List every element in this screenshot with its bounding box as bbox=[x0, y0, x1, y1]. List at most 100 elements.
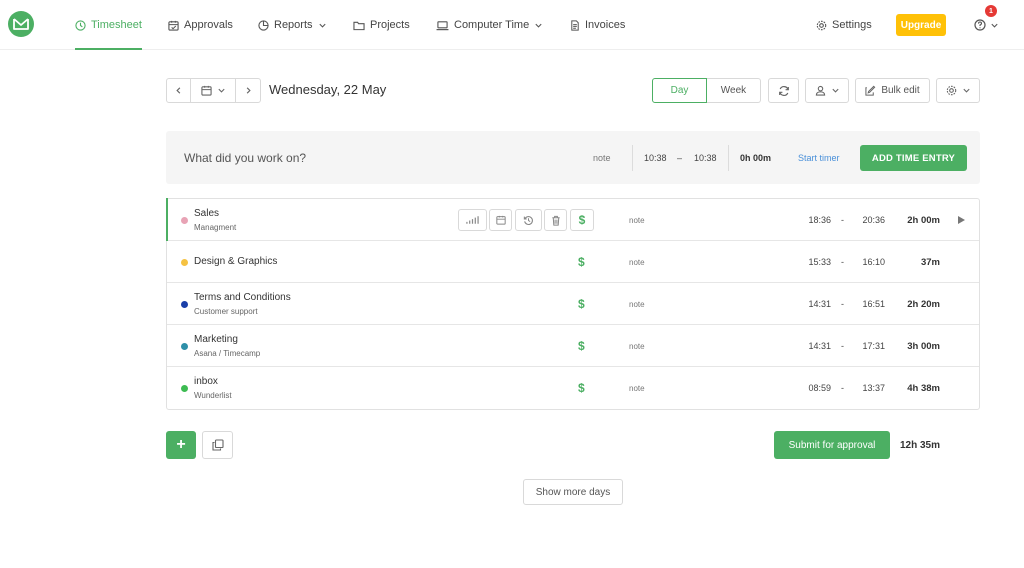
project-color-dot bbox=[181, 343, 188, 350]
view-week-button[interactable]: Week bbox=[707, 78, 761, 103]
entry-end-time[interactable]: 20:36 bbox=[853, 215, 885, 225]
bar-chart-button[interactable] bbox=[458, 209, 487, 231]
entry-time-dash: - bbox=[841, 215, 844, 225]
total-duration: 12h 35m bbox=[899, 440, 940, 451]
table-row[interactable]: Design & Graphics $ note 15:33 - 16:10 3… bbox=[167, 241, 979, 283]
calendar-check-icon bbox=[168, 20, 179, 31]
history-button[interactable] bbox=[515, 209, 542, 231]
bulk-edit-button[interactable]: Bulk edit bbox=[855, 78, 930, 103]
entry-start-time[interactable]: 14:31 bbox=[779, 341, 831, 351]
edit-icon bbox=[865, 85, 876, 96]
chevron-down-icon bbox=[991, 23, 998, 28]
billable-toggle[interactable]: $ bbox=[578, 381, 585, 395]
help-circle-icon bbox=[974, 19, 986, 31]
duplicate-entries-button[interactable] bbox=[202, 431, 233, 459]
billable-toggle[interactable]: $ bbox=[578, 339, 585, 353]
chevron-down-icon bbox=[535, 23, 542, 28]
add-time-entry-button[interactable]: ADD TIME ENTRY bbox=[860, 145, 967, 171]
entry-end-time[interactable]: 16:51 bbox=[853, 299, 885, 309]
nav-computer-time[interactable]: Computer Time bbox=[436, 0, 543, 50]
top-navigation: Timesheet Approvals Reports Projects Com… bbox=[0, 0, 1024, 50]
entry-note[interactable]: note bbox=[629, 300, 645, 309]
entry-duration[interactable]: 4h 38m bbox=[893, 383, 940, 394]
entry-time-dash: - bbox=[841, 383, 844, 393]
entry-duration[interactable]: 3h 00m bbox=[893, 341, 940, 352]
entry-duration[interactable]: 2h 00m bbox=[893, 215, 940, 226]
entry-note[interactable]: note bbox=[629, 384, 645, 393]
upgrade-button[interactable]: Upgrade bbox=[896, 14, 946, 36]
refresh-icon bbox=[778, 85, 789, 96]
table-row[interactable]: Terms and Conditions Customer support $ … bbox=[167, 283, 979, 325]
notification-badge: 1 bbox=[985, 5, 997, 17]
document-icon bbox=[571, 19, 579, 31]
billable-toggle[interactable]: $ bbox=[570, 209, 594, 231]
entry-end-time[interactable]: 17:31 bbox=[853, 341, 885, 351]
nav-invoices[interactable]: Invoices bbox=[570, 0, 625, 50]
view-settings-button[interactable] bbox=[936, 78, 980, 103]
entry-start-time[interactable]: 14:31 bbox=[779, 299, 831, 309]
entry-note[interactable]: note bbox=[629, 258, 645, 267]
clock-icon bbox=[75, 19, 86, 31]
calendar-button[interactable] bbox=[489, 209, 512, 231]
user-select-button[interactable] bbox=[805, 78, 849, 103]
entry-start-time[interactable]: 18:36 bbox=[779, 215, 831, 225]
user-icon bbox=[815, 85, 825, 96]
calendar-icon bbox=[200, 85, 212, 96]
table-row[interactable]: Sales Managment $ note 18:36 - 20:36 2h … bbox=[166, 198, 979, 241]
timecamp-logo-icon[interactable] bbox=[8, 11, 34, 37]
nav-projects-label: Projects bbox=[370, 19, 410, 31]
nav-reports-label: Reports bbox=[274, 19, 313, 31]
entry-end-time[interactable]: 13:37 bbox=[853, 383, 885, 393]
view-day-button[interactable]: Day bbox=[652, 78, 707, 103]
table-row[interactable]: inbox Wunderlist $ note 08:59 - 13:37 4h… bbox=[167, 367, 979, 409]
entry-start-time[interactable]: 08:59 bbox=[779, 383, 831, 393]
project-name: inbox bbox=[194, 376, 218, 387]
entry-duration[interactable]: 37m bbox=[893, 257, 940, 268]
nav-projects[interactable]: Projects bbox=[353, 0, 410, 50]
entry-duration[interactable]: 2h 20m bbox=[893, 299, 940, 310]
previous-day-button[interactable] bbox=[166, 78, 191, 103]
entry-start-time-input[interactable]: 10:38 bbox=[644, 153, 667, 163]
project-name: Terms and Conditions bbox=[194, 292, 291, 303]
nav-reports[interactable]: Reports bbox=[258, 0, 327, 50]
laptop-icon bbox=[436, 20, 449, 30]
project-color-dot bbox=[181, 259, 188, 266]
billable-toggle[interactable]: $ bbox=[578, 255, 585, 269]
divider bbox=[728, 145, 729, 171]
entry-time-dash: – bbox=[677, 153, 683, 163]
entry-end-time-input[interactable]: 10:38 bbox=[694, 153, 717, 163]
entry-end-time[interactable]: 16:10 bbox=[853, 257, 885, 267]
start-timer-link[interactable]: Start timer bbox=[798, 153, 840, 163]
billable-toggle[interactable]: $ bbox=[578, 297, 585, 311]
gear-icon bbox=[946, 85, 956, 96]
folder-icon bbox=[353, 21, 365, 30]
gear-icon bbox=[816, 20, 827, 30]
entry-note[interactable]: note bbox=[629, 342, 645, 351]
nav-timesheet[interactable]: Timesheet bbox=[75, 0, 142, 50]
delete-button[interactable] bbox=[544, 209, 567, 231]
sync-button[interactable] bbox=[768, 78, 799, 103]
signal-bars-icon bbox=[466, 216, 479, 224]
submit-for-approval-button[interactable]: Submit for approval bbox=[774, 431, 890, 459]
chevron-down-icon bbox=[962, 88, 970, 93]
task-name: Managment bbox=[194, 223, 237, 232]
date-picker-button[interactable] bbox=[190, 78, 236, 103]
next-day-button[interactable] bbox=[235, 78, 261, 103]
divider bbox=[632, 145, 633, 171]
add-entry-button[interactable]: + bbox=[166, 431, 196, 459]
task-search-input[interactable]: What did you work on? bbox=[184, 151, 306, 165]
show-more-days-button[interactable]: Show more days bbox=[523, 479, 623, 505]
nav-settings[interactable]: Settings bbox=[816, 0, 872, 50]
chevron-down-icon bbox=[217, 88, 225, 93]
entry-duration-input[interactable]: 0h 00m bbox=[740, 153, 771, 163]
nav-approvals[interactable]: Approvals bbox=[168, 0, 233, 50]
entry-start-time[interactable]: 15:33 bbox=[779, 257, 831, 267]
new-entry-bar: What did you work on? note 10:38 – 10:38… bbox=[166, 131, 980, 184]
help-menu[interactable] bbox=[974, 14, 999, 36]
entry-note[interactable]: note bbox=[629, 216, 645, 225]
play-icon[interactable] bbox=[957, 215, 966, 225]
task-name: Customer support bbox=[194, 307, 258, 316]
entry-note-input[interactable]: note bbox=[593, 153, 611, 163]
table-row[interactable]: Marketing Asana / Timecamp $ note 14:31 … bbox=[167, 325, 979, 367]
copy-icon bbox=[211, 439, 224, 451]
